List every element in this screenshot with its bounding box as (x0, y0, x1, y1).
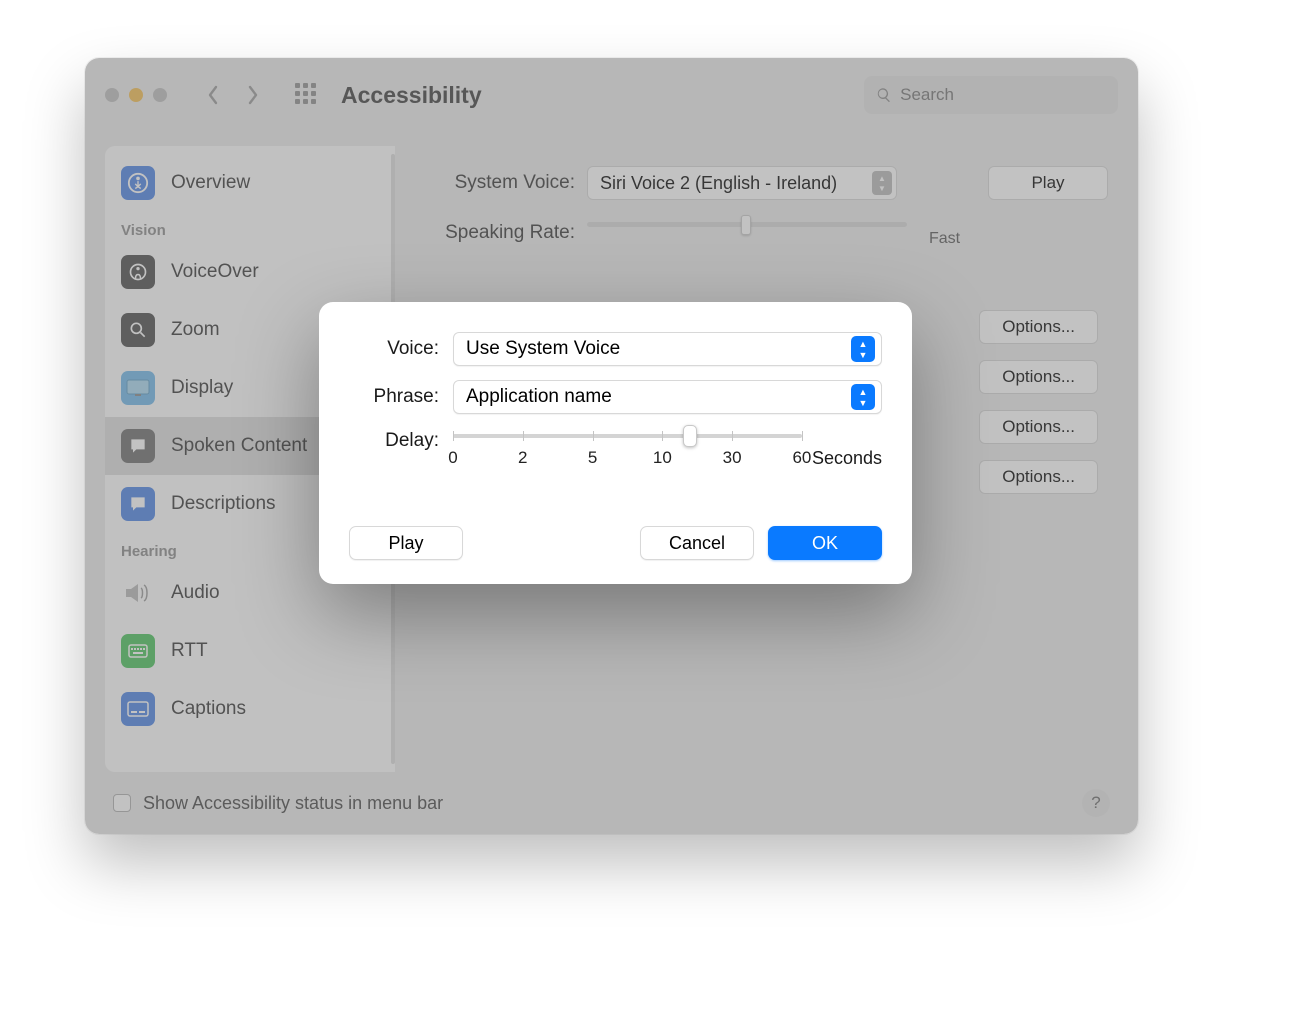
voice-value: Use System Voice (466, 338, 620, 360)
voice-select[interactable]: Use System Voice ▲▼ (453, 332, 882, 366)
sheet-play-button[interactable]: Play (349, 526, 463, 560)
phrase-select[interactable]: Application name ▲▼ (453, 380, 882, 414)
delay-tick-0: 0 (448, 448, 457, 468)
delay-tick-30: 30 (723, 448, 742, 468)
delay-tick-10: 10 (653, 448, 672, 468)
delay-tick-5: 5 (588, 448, 597, 468)
delay-slider[interactable] (453, 434, 802, 438)
chevron-up-down-icon: ▲▼ (851, 384, 875, 410)
ok-button[interactable]: OK (768, 526, 882, 560)
delay-tick-2: 2 (518, 448, 527, 468)
seconds-label: Seconds (812, 448, 882, 469)
chevron-up-down-icon: ▲▼ (851, 336, 875, 362)
delay-tick-60: 60 (792, 448, 811, 468)
cancel-button[interactable]: Cancel (640, 526, 754, 560)
phrase-value: Application name (466, 386, 612, 408)
voice-label: Voice: (349, 338, 439, 360)
phrase-label: Phrase: (349, 386, 439, 408)
announcement-options-sheet: Voice: Use System Voice ▲▼ Phrase: Appli… (319, 302, 912, 584)
delay-slider-thumb[interactable] (683, 425, 697, 447)
delay-label: Delay: (349, 430, 439, 452)
